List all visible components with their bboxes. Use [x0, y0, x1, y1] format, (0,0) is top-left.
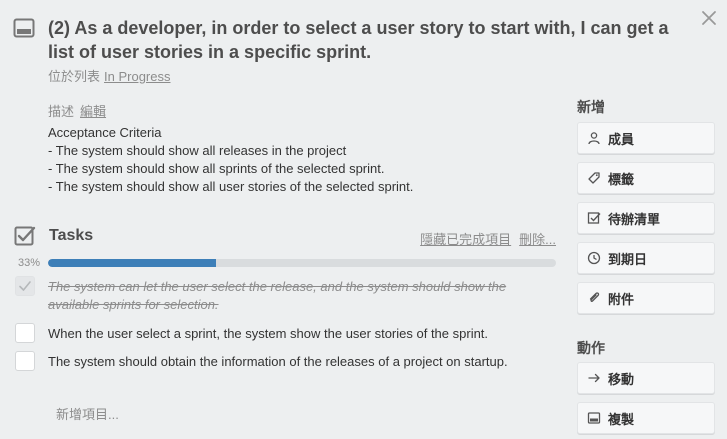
list-prefix: 位於列表: [48, 69, 101, 84]
task-checkbox[interactable]: [15, 276, 35, 296]
progress-percent: 33%: [18, 257, 41, 269]
attachment-button-label: 附件: [608, 291, 635, 307]
check-icon: [19, 281, 31, 291]
list-info: 位於列表 In Progress: [48, 66, 171, 85]
card-title[interactable]: (2) As a developer, in order to select a…: [48, 16, 678, 64]
move-button[interactable]: 移動: [577, 362, 715, 394]
checklist-actions: 隱藏已完成項目 刪除...: [412, 229, 556, 248]
members-button-label: 成員: [608, 131, 635, 147]
description-label: 描述: [48, 104, 75, 119]
progress-bar: [48, 259, 556, 267]
hide-completed-link[interactable]: 隱藏已完成項目: [420, 232, 511, 247]
checklist-button[interactable]: 待辦清單: [577, 202, 715, 234]
checklist-title[interactable]: Tasks: [49, 227, 93, 245]
task-item-text[interactable]: When the user select a sprint, the syste…: [48, 325, 543, 343]
delete-checklist-link[interactable]: 刪除...: [519, 232, 556, 247]
task-item-text[interactable]: The system can let the user select the r…: [48, 278, 543, 314]
copy-icon: [587, 411, 601, 425]
tag-icon: [587, 171, 601, 185]
task-checkbox[interactable]: [15, 323, 35, 343]
close-icon[interactable]: [699, 8, 719, 28]
description-line: - The system should show all sprints of …: [48, 161, 385, 176]
actions-section-heading: 動作: [577, 340, 605, 356]
person-icon: [587, 131, 601, 145]
description-line: - The system should show all releases in…: [48, 143, 347, 158]
copy-button-label: 複製: [608, 411, 635, 427]
task-item-text[interactable]: The system should obtain the information…: [48, 353, 543, 371]
due-date-button-label: 到期日: [608, 251, 648, 267]
progress-bar-fill: [48, 259, 216, 267]
description-line: Acceptance Criteria: [48, 125, 162, 140]
list-link[interactable]: In Progress: [104, 69, 170, 84]
clock-icon: [587, 251, 601, 265]
description-header: 描述 編輯: [48, 101, 106, 120]
move-button-label: 移動: [608, 371, 635, 387]
attachment-button[interactable]: 附件: [577, 282, 715, 314]
paperclip-icon: [587, 291, 601, 305]
checklist-button-label: 待辦清單: [608, 211, 661, 227]
card-icon: [13, 18, 35, 38]
members-button[interactable]: 成員: [577, 122, 715, 154]
description-body[interactable]: Acceptance Criteria - The system should …: [48, 124, 413, 196]
edit-description-link[interactable]: 編輯: [80, 104, 106, 119]
add-checklist-item[interactable]: 新增項目...: [56, 404, 119, 423]
task-checkbox[interactable]: [15, 351, 35, 371]
copy-button[interactable]: 複製: [577, 402, 715, 434]
checklist-icon: [14, 225, 36, 247]
labels-button-label: 標籤: [608, 171, 635, 187]
due-date-button[interactable]: 到期日: [577, 242, 715, 274]
description-line: - The system should show all user storie…: [48, 179, 414, 194]
arrow-right-icon: [587, 371, 601, 385]
labels-button[interactable]: 標籤: [577, 162, 715, 194]
add-section-heading: 新增: [577, 99, 605, 115]
checklist-icon: [587, 211, 601, 225]
